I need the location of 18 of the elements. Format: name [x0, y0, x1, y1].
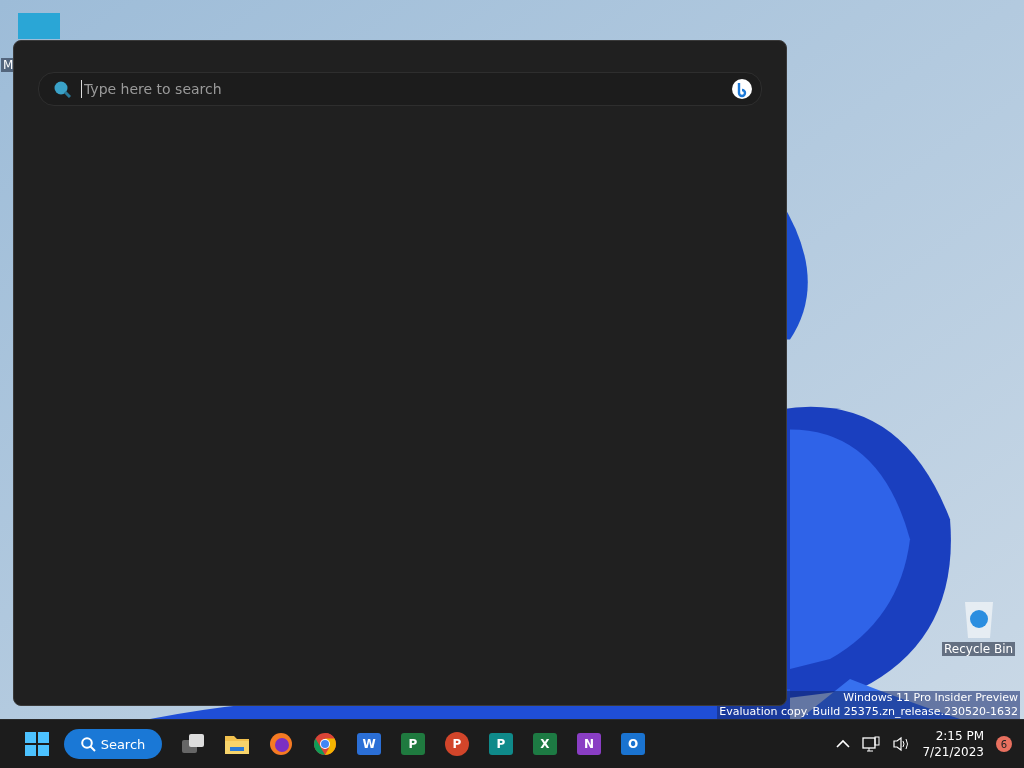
search-icon [53, 80, 71, 98]
search-bar[interactable]: Type here to search [38, 72, 762, 106]
watermark-text: Evaluation copy. Build 25375.zn_release.230520-1632 [719, 705, 1018, 719]
chat-icon[interactable] [731, 78, 753, 100]
desktop-icon-label[interactable]: Recycle Bin [942, 642, 1016, 656]
clock[interactable]: 2:15 PM 7/21/2023 [922, 728, 984, 760]
search-icon [80, 736, 96, 752]
overlapping-squares-icon [181, 733, 205, 755]
search-button[interactable]: Search [64, 729, 162, 759]
chevron-up-icon[interactable] [836, 739, 851, 749]
network-icon[interactable] [862, 736, 881, 752]
windows-logo-icon [25, 732, 49, 756]
search-input[interactable]: Type here to search [81, 80, 721, 98]
notification-badge[interactable]: 6 [996, 736, 1012, 752]
volume-icon[interactable] [892, 736, 911, 752]
time-text: 2:15 PM [935, 728, 984, 744]
watermark-text: Windows 11 Pro Insider Preview [843, 691, 1018, 705]
date-text: 7/21/2023 [922, 744, 984, 760]
